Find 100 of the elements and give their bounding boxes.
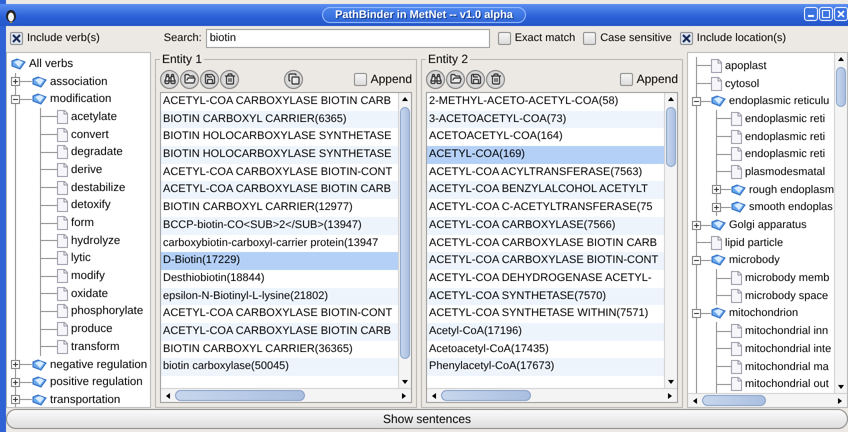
down-arrow-icon[interactable] (837, 383, 845, 391)
checkbox[interactable] (583, 32, 596, 44)
list-item[interactable]: ACETYL-COA CARBOXYLASE(7566) (427, 216, 664, 234)
tree-item[interactable]: mitochondrial out (745, 378, 829, 390)
scroll-thumb[interactable] (441, 390, 531, 401)
list-item[interactable]: BIOTIN CARBOXYL CARRIER(6365) (161, 110, 398, 128)
vertical-scrollbar[interactable] (834, 53, 847, 393)
tree-item[interactable]: detoxify (71, 199, 111, 212)
tree-item[interactable]: lipid particle (725, 236, 784, 249)
right-arrow-icon[interactable] (400, 392, 408, 400)
checkbox[interactable] (10, 32, 23, 44)
list-item[interactable]: ACETYL-COA BENZYLALCOHOL ACETYLT (427, 181, 664, 200)
expander-toggle[interactable] (692, 96, 701, 106)
list-item[interactable]: 3-ACETOACETYL-COA(73) (427, 110, 664, 128)
checkbox[interactable] (354, 72, 367, 86)
expander-toggle[interactable] (692, 256, 701, 265)
trash-button[interactable] (486, 70, 505, 88)
expander-toggle[interactable] (11, 395, 20, 404)
tree-item[interactable]: plasmodesmatal (745, 166, 826, 178)
tree-item[interactable]: negative regulation (50, 358, 148, 371)
scroll-thumb[interactable] (666, 107, 676, 167)
horizontal-scrollbar[interactable] (427, 388, 677, 402)
list-item[interactable]: ACETYL-COA CARBOXYLASE BIOTIN CARB (161, 181, 398, 200)
list-item[interactable]: Acetoacetyl-CoA(17435) (427, 340, 664, 358)
left-arrow-icon[interactable] (164, 392, 172, 400)
list-item[interactable]: Acetyl-CoA(17196) (427, 322, 664, 341)
list-item[interactable]: ACETYL-COA(169) (427, 146, 664, 164)
right-arrow-icon[interactable] (836, 397, 844, 405)
trash-button[interactable] (220, 70, 239, 88)
horizontal-scrollbar[interactable] (688, 393, 847, 407)
floppy-button[interactable] (200, 70, 219, 88)
checkbox[interactable] (498, 32, 511, 44)
list-item[interactable]: BCCP-biotin-CO<SUB>2</SUB>(13947) (161, 216, 398, 234)
scroll-thumb[interactable] (836, 67, 846, 107)
checkbox[interactable] (680, 32, 693, 44)
tree-item[interactable]: degradate (71, 146, 123, 158)
expander-toggle[interactable] (11, 94, 20, 104)
tree-item[interactable]: endoplasmic reti (745, 130, 826, 143)
expander-toggle[interactable] (11, 77, 20, 86)
tree-item[interactable]: association (50, 76, 108, 88)
folder-button[interactable] (180, 70, 199, 88)
tree-item[interactable]: phosphorylate (71, 305, 144, 318)
tree-item[interactable]: oxidate (71, 288, 108, 300)
tree-item[interactable]: convert (71, 128, 109, 141)
binoculars-button[interactable] (160, 70, 179, 88)
horizontal-scrollbar[interactable] (161, 388, 411, 402)
tree-item[interactable]: microbody space (745, 290, 828, 302)
up-arrow-icon[interactable] (837, 55, 845, 63)
search-field[interactable]: biotin (206, 28, 490, 48)
tree-item[interactable]: transportation (50, 394, 120, 406)
tree-item[interactable]: hydrolyze (71, 234, 120, 247)
tree-item[interactable]: positive regulation (50, 376, 143, 388)
right-arrow-icon[interactable] (666, 392, 674, 400)
expander-toggle[interactable] (712, 202, 721, 212)
scroll-thumb[interactable] (400, 107, 410, 359)
tree-item[interactable]: acetylate (71, 110, 118, 123)
maximize-button[interactable] (819, 7, 833, 21)
up-arrow-icon[interactable] (667, 95, 675, 103)
tree-item[interactable]: mitochondrial inte (745, 342, 832, 355)
tree-item[interactable]: Golgi apparatus (729, 219, 807, 232)
close-button[interactable] (834, 7, 848, 21)
list-item[interactable]: D-Biotin(17229) (161, 252, 398, 270)
left-arrow-icon[interactable] (430, 392, 438, 400)
tree-item[interactable]: microbody memb (745, 272, 830, 284)
minimize-button[interactable] (804, 7, 818, 21)
expander-toggle[interactable] (11, 360, 20, 370)
scroll-thumb[interactable] (175, 390, 305, 401)
tree-item[interactable]: produce (71, 323, 113, 336)
tree-item[interactable]: derive (71, 164, 102, 176)
floppy-button[interactable] (466, 70, 485, 88)
expander-toggle[interactable] (692, 220, 701, 230)
tree-item[interactable]: endoplasmic reti (745, 112, 826, 125)
tree-item[interactable]: endoplasmic reticulu (729, 95, 830, 108)
vertical-scrollbar[interactable] (398, 93, 411, 388)
tree-item[interactable]: lytic (71, 252, 91, 264)
tree-item[interactable]: smooth endoplas (749, 201, 833, 214)
tree-item[interactable]: destabilize (71, 182, 126, 194)
scroll-thumb[interactable] (702, 395, 766, 406)
tree-item[interactable]: mitochondrial ma (745, 360, 829, 373)
copy-button[interactable] (284, 70, 303, 88)
left-arrow-icon[interactable] (691, 397, 699, 405)
binoculars-button[interactable] (426, 70, 445, 88)
tree-item[interactable]: microbody (729, 254, 780, 266)
list-item[interactable]: ACETYL-COA SYNTHETASE(7570) (427, 288, 664, 306)
expander-toggle[interactable] (11, 378, 20, 387)
list-item[interactable]: ACETYL-COA CARBOXYLASE BIOTIN CARB (161, 322, 398, 341)
expander-toggle[interactable] (712, 185, 721, 194)
tree-item[interactable]: mitochondrion (729, 307, 798, 320)
down-arrow-icon[interactable] (667, 378, 675, 386)
folder-button[interactable] (446, 70, 465, 88)
list-item[interactable]: BIOTIN HOLOCARBOXYLASE SYNTHETASE (161, 146, 398, 164)
list-item[interactable]: Phenylacetyl-CoA(17673) (427, 358, 664, 376)
tree-item[interactable]: All verbs (29, 58, 74, 70)
show-sentences-button[interactable]: Show sentences (6, 409, 848, 429)
tree-item[interactable]: modification (50, 93, 112, 106)
checkbox[interactable] (620, 72, 633, 86)
list-item[interactable]: biotin carboxylase(50045) (161, 358, 398, 376)
down-arrow-icon[interactable] (401, 378, 409, 386)
list-item[interactable]: BIOTIN CARBOXYL CARRIER(36365) (161, 340, 398, 358)
tree-item[interactable]: mitochondrial inn (745, 325, 828, 338)
